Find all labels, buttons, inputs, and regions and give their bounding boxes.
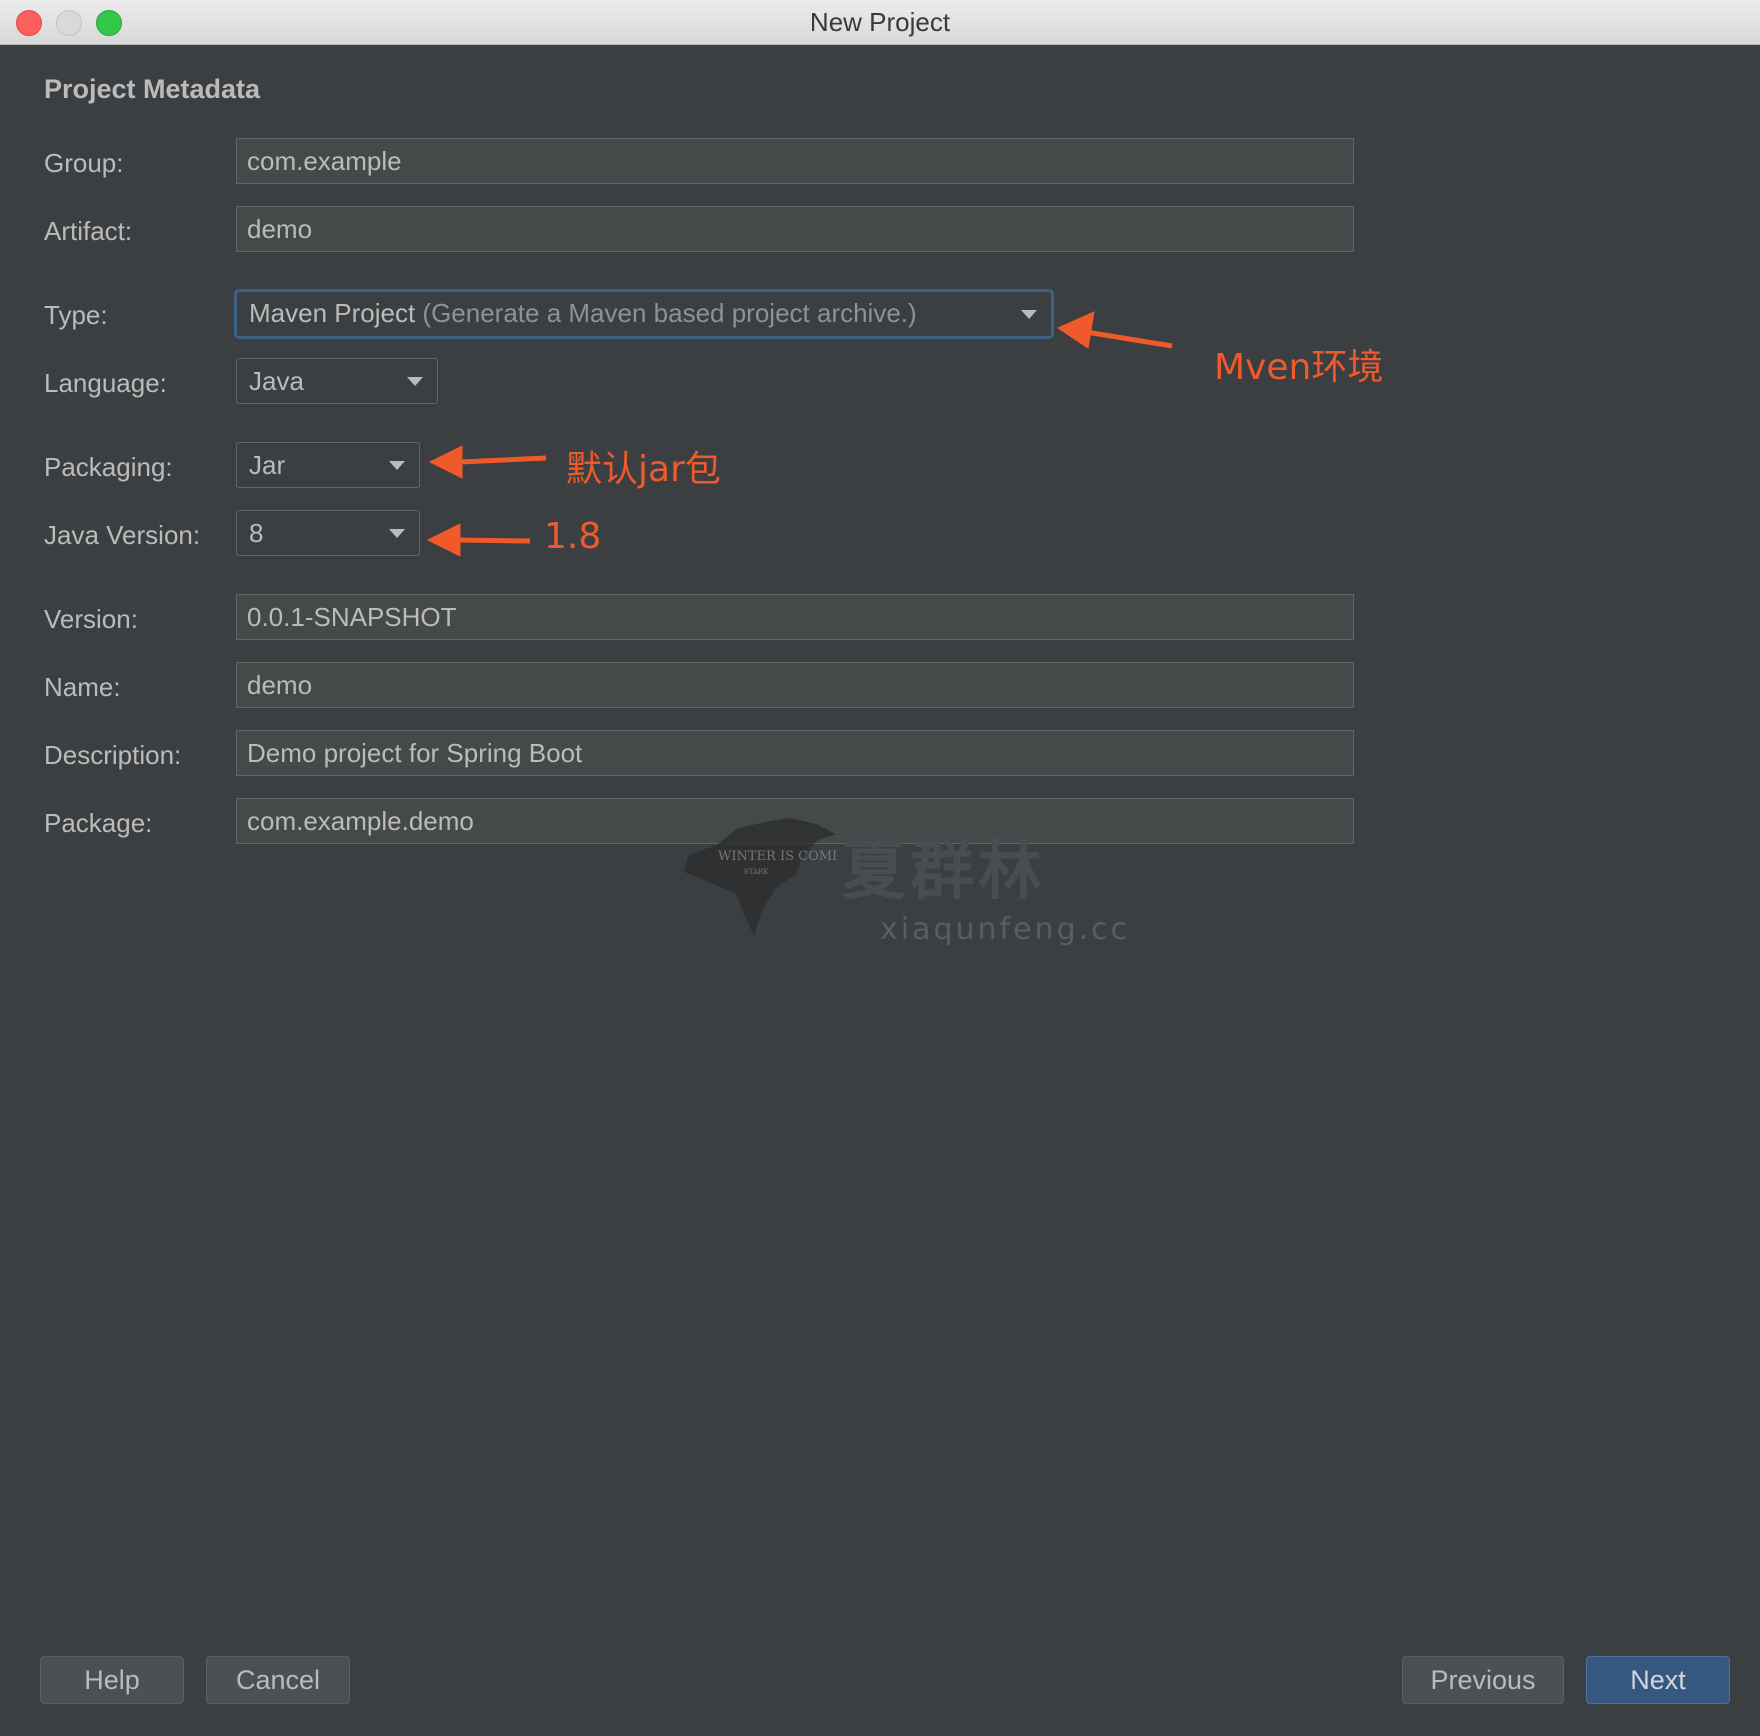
- java-version-label: Java Version:: [44, 520, 201, 550]
- watermark-url: xiaqunfeng.cc: [880, 912, 1131, 947]
- type-dropdown[interactable]: Maven Project (Generate a Maven based pr…: [234, 289, 1054, 339]
- arrow-type: [1085, 329, 1173, 349]
- language-label: Language:: [44, 368, 167, 398]
- name-field[interactable]: demo: [236, 662, 1354, 708]
- chevron-down-icon: [389, 529, 405, 538]
- package-label: Package:: [44, 808, 153, 838]
- cancel-button[interactable]: Cancel: [206, 1656, 350, 1704]
- arrow-java-version-head: [426, 523, 461, 557]
- description-field[interactable]: Demo project for Spring Boot: [236, 730, 1354, 776]
- logo-text: WINTER IS COMING: [718, 849, 838, 864]
- packaging-value: Jar: [249, 450, 286, 480]
- type-label: Type:: [44, 300, 108, 330]
- language-dropdown[interactable]: Java: [236, 358, 438, 404]
- arrow-type-head: [1056, 311, 1095, 349]
- type-value: Maven Project: [249, 298, 416, 328]
- arrow-packaging-head: [428, 445, 463, 479]
- arrow-packaging: [459, 455, 547, 465]
- watermark-site-name: 夏群林: [842, 835, 1046, 909]
- java-version-dropdown[interactable]: 8: [236, 510, 420, 556]
- section-title: Project Metadata: [44, 74, 261, 104]
- title-bar: New Project: [0, 0, 1760, 45]
- group-label: Group:: [44, 148, 124, 178]
- language-value: Java: [249, 366, 304, 396]
- type-hint: (Generate a Maven based project archive.…: [422, 298, 917, 328]
- previous-button[interactable]: Previous: [1402, 1656, 1564, 1704]
- version-field[interactable]: 0.0.1-SNAPSHOT: [236, 594, 1354, 640]
- java-version-annotation: 1.8: [544, 516, 602, 557]
- version-label: Version:: [44, 604, 138, 634]
- java-version-value: 8: [249, 518, 264, 548]
- packaging-label: Packaging:: [44, 452, 173, 482]
- chevron-down-icon: [407, 377, 423, 386]
- arrow-java-version: [457, 537, 531, 544]
- next-button[interactable]: Next: [1586, 1656, 1730, 1704]
- name-label: Name:: [44, 672, 121, 702]
- chevron-down-icon: [1021, 310, 1037, 319]
- packaging-dropdown[interactable]: Jar: [236, 442, 420, 488]
- chevron-down-icon: [389, 461, 405, 470]
- packaging-annotation: 默认jar包: [566, 449, 721, 490]
- type-annotation: Mven环境: [1214, 347, 1384, 388]
- artifact-label: Artifact:: [44, 216, 133, 246]
- wolf-logo-icon: WINTER IS COMING STARK: [684, 818, 838, 936]
- description-label: Description:: [44, 740, 182, 770]
- new-project-dialog: New Project Project Metadata Group: com.…: [0, 0, 1760, 1736]
- help-button[interactable]: Help: [40, 1656, 184, 1704]
- group-field[interactable]: com.example: [236, 138, 1354, 184]
- logo-sub: STARK: [744, 868, 769, 876]
- artifact-field[interactable]: demo: [236, 206, 1354, 252]
- window-title: New Project: [809, 7, 951, 37]
